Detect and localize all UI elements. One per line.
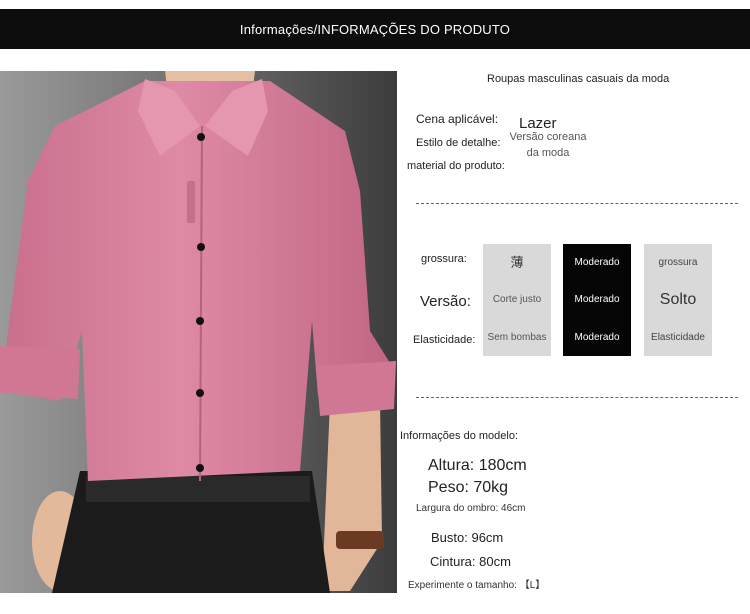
attribute-column-2-selected: Moderado Moderado Moderado <box>563 244 631 356</box>
attribute-cell: Solto <box>659 291 697 309</box>
model-size: Experimente o tamanho: 【L】 <box>408 580 546 591</box>
header-title: Informações/INFORMAÇÕES DO PRODUTO <box>239 21 511 37</box>
version-label: Versão: <box>420 293 471 310</box>
scene-label: Cena aplicável: <box>416 112 499 126</box>
model-shoulder: Largura do ombro: 46cm <box>416 503 526 514</box>
embroidery-mark <box>187 181 195 223</box>
shirt-button <box>196 464 204 472</box>
shirt-button <box>197 243 205 251</box>
style-label: Estilo de detalhe: <box>416 137 501 149</box>
attribute-column-1: 薄 Corte justo Sem bombas <box>483 244 551 356</box>
attribute-column-3: grossura Solto Elasticidade <box>644 244 712 356</box>
shirt-button <box>196 389 204 397</box>
elasticity-label: Elasticidade: <box>413 334 476 346</box>
info-header-bar: Informações/INFORMAÇÕES DO PRODUTO <box>0 9 750 49</box>
divider-dashed <box>416 397 738 398</box>
product-subtitle: Roupas masculinas casuais da moda <box>487 73 670 85</box>
attribute-cell: Moderado <box>574 331 620 343</box>
attribute-cell: Moderado <box>574 257 620 269</box>
model-waist: Cintura: 80cm <box>430 554 511 569</box>
thickness-label: grossura: <box>421 253 467 265</box>
attribute-cell: 薄 <box>510 255 524 271</box>
shirt-model-image <box>0 71 397 593</box>
attribute-cell: Elasticidade <box>651 331 705 343</box>
material-label: material do produto: <box>407 160 505 172</box>
attribute-cell: Corte justo <box>492 294 542 306</box>
left-cuff <box>0 346 80 399</box>
attribute-cell: grossura <box>658 257 698 269</box>
attribute-cell: Moderado <box>574 294 620 306</box>
model-weight: Peso: 70kg <box>428 479 509 496</box>
shirt-button <box>197 133 205 141</box>
style-value: Versão coreana da moda <box>509 131 587 159</box>
right-cuff <box>316 361 396 416</box>
watch-icon <box>336 531 384 549</box>
attribute-cell: Sem bombas <box>487 331 547 343</box>
model-height: Altura: 180cm <box>428 457 527 474</box>
divider-dashed <box>416 203 738 204</box>
model-info-title: Informações do modelo: <box>400 430 519 442</box>
model-bust: Busto: 96cm <box>431 530 504 545</box>
product-photo <box>0 71 397 593</box>
belt-area <box>86 476 310 502</box>
shirt-button <box>196 317 204 325</box>
